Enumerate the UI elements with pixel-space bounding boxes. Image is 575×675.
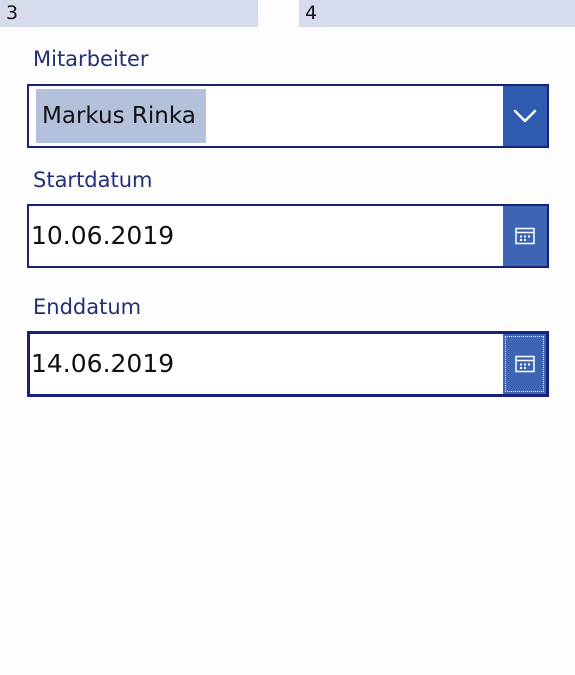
start-date-calendar-button[interactable] [503,206,547,266]
chevron-down-icon [513,109,537,123]
calendar-icon [515,227,535,245]
tab-3-label: 3 [6,2,19,24]
end-date-value: 14.06.2019 [31,349,175,378]
start-date-value: 10.06.2019 [31,221,175,250]
employee-dropdown-button[interactable] [503,86,547,146]
end-date-calendar-button[interactable] [503,334,546,394]
tab-4-label: 4 [305,2,318,24]
employee-label: Mitarbeiter [33,47,149,71]
tab-3[interactable]: 3 [0,0,258,27]
end-date-label: Enddatum [33,295,142,319]
end-date-picker[interactable]: 14.06.2019 [27,331,549,397]
calendar-icon [514,355,535,373]
tab-4[interactable]: 4 [299,0,575,27]
start-date-picker[interactable]: 10.06.2019 [27,204,549,268]
employee-selected-value: Markus Rinka [36,89,206,143]
employee-dropdown[interactable]: Markus Rinka [27,84,549,148]
start-date-label: Startdatum [33,168,153,192]
